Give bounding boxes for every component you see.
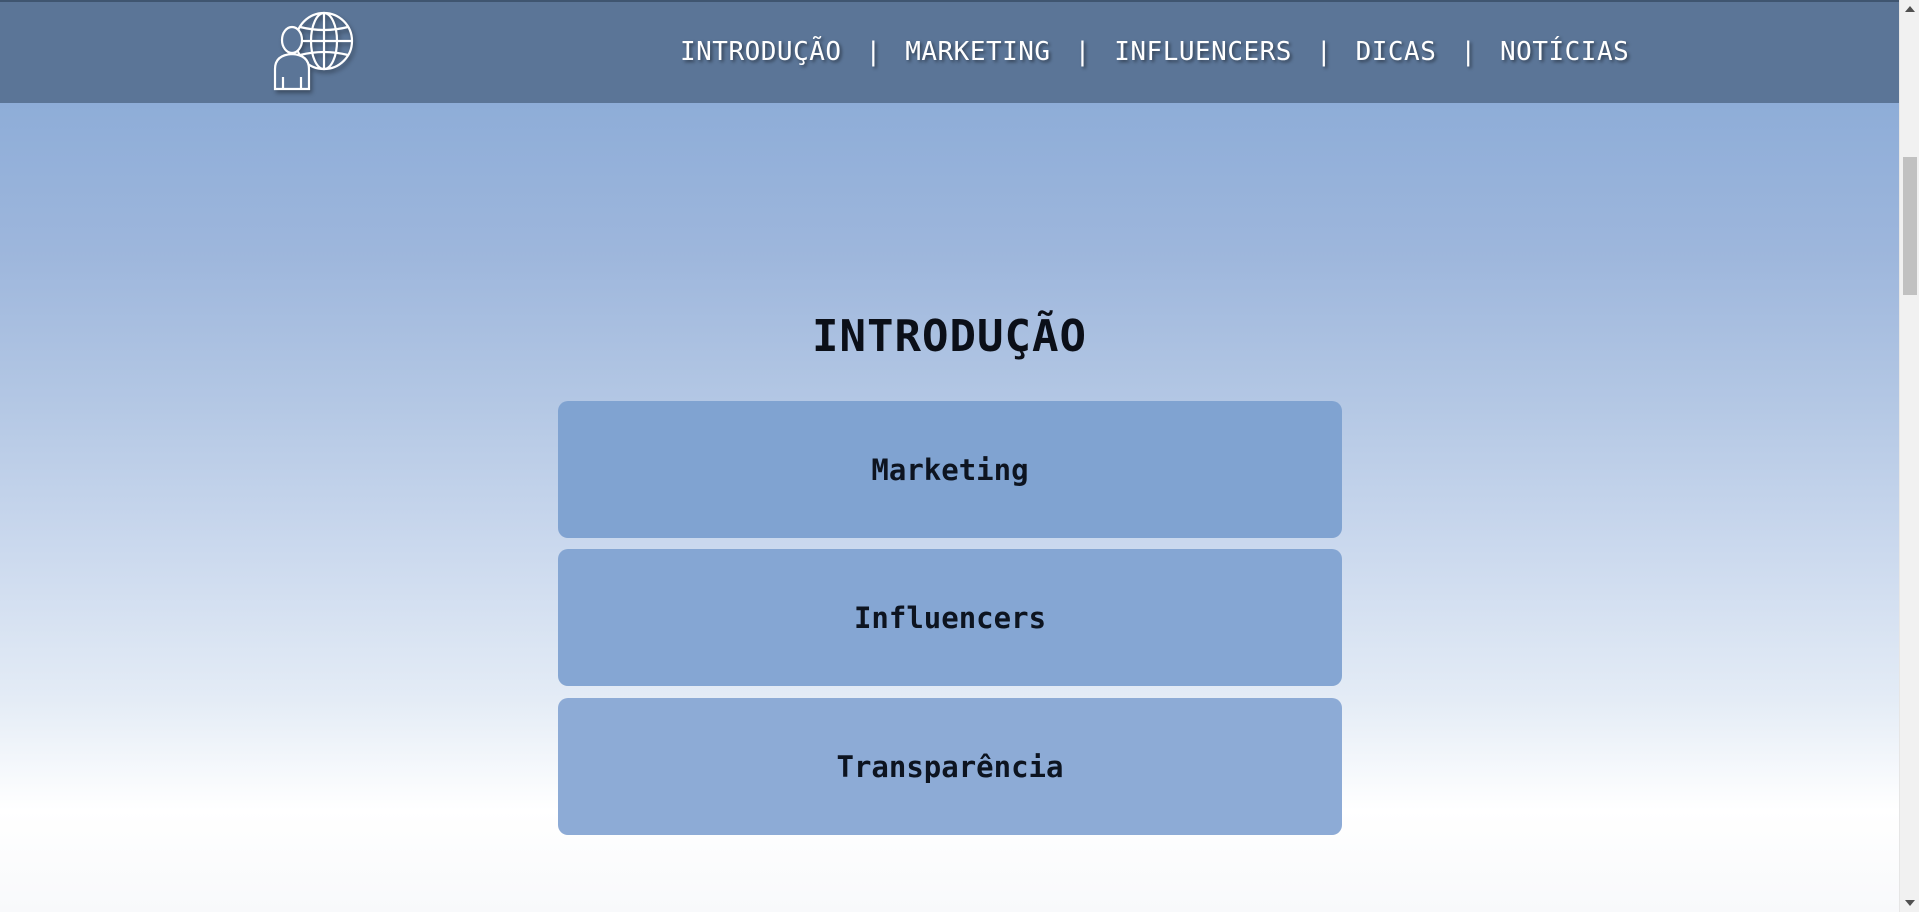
card-transparencia[interactable]: Transparência	[558, 698, 1342, 835]
nav-link-noticias[interactable]: NOTÍCIAS	[1500, 37, 1629, 67]
main-nav: INTRODUÇÃO | MARKETING | INFLUENCERS | D…	[680, 34, 1629, 70]
person-globe-icon[interactable]	[272, 11, 356, 91]
site-header: INTRODUÇÃO | MARKETING | INFLUENCERS | D…	[0, 0, 1899, 103]
nav-link-influencers[interactable]: INFLUENCERS	[1114, 37, 1292, 67]
vertical-scrollbar[interactable]	[1899, 0, 1919, 912]
scroll-down-icon[interactable]	[1905, 900, 1915, 906]
card-marketing[interactable]: Marketing	[558, 401, 1342, 538]
card-influencers[interactable]: Influencers	[558, 549, 1342, 686]
scrollbar-thumb[interactable]	[1903, 157, 1917, 295]
nav-link-marketing[interactable]: MARKETING	[905, 37, 1050, 67]
page-background: INTRODUÇÃO | MARKETING | INFLUENCERS | D…	[0, 0, 1899, 912]
nav-separator: |	[1315, 37, 1332, 67]
scroll-up-icon[interactable]	[1905, 6, 1915, 12]
nav-link-introducao[interactable]: INTRODUÇÃO	[680, 37, 842, 67]
window-top-border	[0, 0, 1899, 2]
nav-separator: |	[865, 37, 882, 67]
nav-separator: |	[1074, 37, 1091, 67]
nav-separator: |	[1460, 37, 1477, 67]
nav-link-dicas[interactable]: DICAS	[1356, 37, 1437, 67]
section-title: INTRODUÇÃO	[812, 311, 1087, 362]
